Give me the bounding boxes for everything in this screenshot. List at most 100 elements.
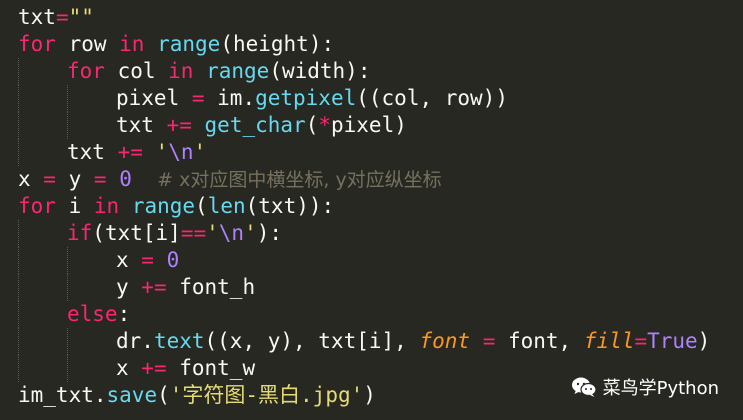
code-token: im. bbox=[204, 86, 256, 110]
indent-guide bbox=[67, 355, 68, 382]
code-token: ' bbox=[193, 140, 207, 164]
code-token: = bbox=[634, 329, 648, 353]
indent-guide bbox=[67, 247, 68, 274]
code-line: dr.text((x, y), txt[i], font = font, fil… bbox=[0, 328, 743, 355]
code-line: else: bbox=[0, 301, 743, 328]
wechat-icon bbox=[571, 376, 597, 398]
code-token: '字符图-黑白.jpg' bbox=[169, 383, 364, 407]
code-line: for row in range(height): bbox=[0, 31, 743, 58]
code-token: dr. bbox=[116, 329, 154, 353]
code-token: = bbox=[93, 167, 107, 191]
code-token: get_char bbox=[204, 113, 306, 137]
code-token: ((col, row)) bbox=[356, 86, 508, 110]
code-token: txt bbox=[67, 140, 118, 164]
code-token: "" bbox=[68, 5, 94, 29]
code-token: ( bbox=[157, 383, 170, 407]
watermark: 菜鸟学Python bbox=[571, 374, 719, 400]
code-token: save bbox=[106, 383, 158, 407]
code-token: txt bbox=[116, 113, 167, 137]
code-token: # x对应图中横坐标, y对应纵坐标 bbox=[157, 169, 442, 191]
code-line: y += font_h bbox=[0, 274, 743, 301]
code-token: in bbox=[119, 32, 145, 56]
code-token: for bbox=[18, 194, 56, 218]
code-line: txt += '\n' bbox=[0, 139, 743, 166]
indent-guide bbox=[18, 85, 19, 112]
watermark-label: 菜鸟学Python bbox=[602, 378, 719, 399]
indent-guide bbox=[67, 112, 68, 139]
code-token: x bbox=[116, 356, 142, 380]
code-token: 0 bbox=[119, 167, 132, 191]
code-token: x bbox=[18, 167, 44, 191]
code-token: ' bbox=[155, 140, 169, 164]
code-token: getpixel bbox=[255, 86, 357, 110]
code-token: font bbox=[419, 329, 471, 353]
code-token: (width): bbox=[269, 59, 371, 83]
code-lines: txt="" for row in range(height): for col i… bbox=[0, 4, 743, 409]
code-token: True bbox=[647, 329, 698, 353]
code-token: (txt[i] bbox=[92, 221, 181, 245]
code-token: pixel bbox=[116, 86, 192, 110]
code-token: += bbox=[141, 356, 167, 380]
indent-guide bbox=[67, 274, 68, 301]
code-token: ((x, y), txt[i], bbox=[204, 329, 420, 353]
code-token: (txt)): bbox=[245, 194, 335, 218]
indent-guide bbox=[18, 247, 19, 274]
indent-guide bbox=[18, 139, 19, 166]
code-token: im_txt. bbox=[18, 383, 107, 407]
code-token: \n bbox=[168, 140, 194, 164]
code-token: range bbox=[131, 194, 196, 218]
code-line: x = y = 0 # x对应图中横坐标, y对应纵坐标 bbox=[0, 166, 743, 193]
code-token: txt bbox=[18, 5, 56, 29]
code-token: = bbox=[191, 86, 205, 110]
indent-guide bbox=[18, 328, 19, 355]
code-token: ) bbox=[697, 329, 711, 353]
code-token: = bbox=[43, 167, 56, 191]
indent-guide bbox=[18, 301, 19, 328]
code-line: pixel = im.getpixel((col, row)) bbox=[0, 85, 743, 112]
code-token: += bbox=[141, 275, 167, 299]
indent-guide bbox=[67, 328, 68, 355]
code-token: (height): bbox=[220, 32, 335, 56]
code-line: if(txt[i]=='\n'): bbox=[0, 220, 743, 247]
code-token: for bbox=[67, 59, 105, 83]
code-token: += bbox=[166, 113, 192, 137]
code-token: col bbox=[104, 59, 169, 83]
code-token: fill bbox=[583, 329, 635, 353]
code-token: in bbox=[168, 59, 194, 83]
code-token: range bbox=[157, 32, 221, 56]
code-line: x = 0 bbox=[0, 247, 743, 274]
code-token: font_h bbox=[166, 275, 256, 299]
indent-guide bbox=[18, 220, 19, 247]
code-line: for i in range(len(txt)): bbox=[0, 193, 743, 220]
indent-guide bbox=[67, 85, 68, 112]
code-editor: txt="" for row in range(height): for col i… bbox=[0, 0, 743, 420]
code-token: == bbox=[180, 221, 207, 245]
code-token: ): bbox=[256, 221, 283, 245]
code-token: in bbox=[93, 194, 120, 218]
code-token: else bbox=[67, 302, 118, 326]
code-token: = bbox=[482, 329, 496, 353]
indent-guide bbox=[18, 112, 19, 139]
code-token: range bbox=[206, 59, 270, 83]
code-token: x bbox=[116, 248, 142, 272]
code-token: ( bbox=[195, 194, 208, 218]
code-token: = bbox=[55, 5, 69, 29]
indent-guide bbox=[18, 58, 19, 85]
code-token: y bbox=[55, 167, 94, 191]
code-token: font, bbox=[495, 329, 584, 353]
code-token: len bbox=[207, 194, 246, 218]
code-token: ) bbox=[363, 383, 376, 407]
code-token: if bbox=[67, 221, 93, 245]
code-token: text bbox=[153, 329, 205, 353]
code-token: ( bbox=[305, 113, 319, 137]
code-token: row bbox=[55, 32, 120, 56]
code-token: * bbox=[318, 113, 331, 137]
code-token: : bbox=[117, 302, 131, 326]
code-token: ' bbox=[244, 221, 257, 245]
